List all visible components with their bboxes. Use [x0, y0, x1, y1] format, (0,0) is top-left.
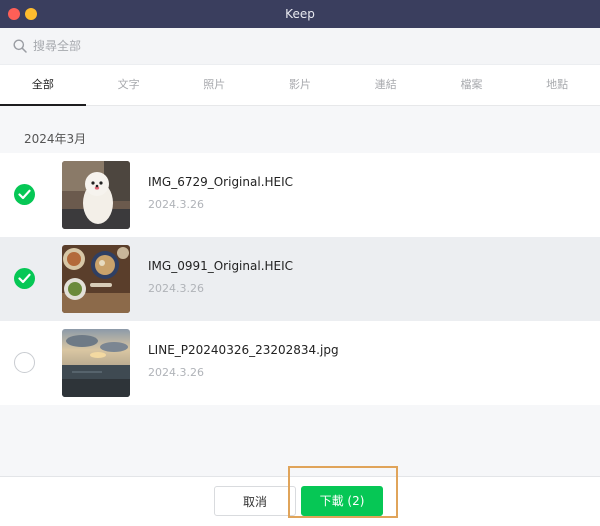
file-date: 2024.3.26: [148, 198, 204, 211]
title-bar: Keep: [0, 0, 600, 28]
download-button[interactable]: 下載 (2): [301, 486, 383, 516]
tab-photos[interactable]: 照片: [171, 65, 257, 105]
keep-window: Keep 全部 文字 照片 影片 連結 檔案 地點 2024年3月: [0, 0, 600, 526]
section-header-date: 2024年3月: [24, 132, 87, 146]
window-title: Keep: [285, 7, 315, 21]
footer-bar: 取消 下載 (2): [0, 476, 600, 526]
tab-videos[interactable]: 影片: [257, 65, 343, 105]
search-input[interactable]: [33, 36, 433, 56]
file-name: IMG_0991_Original.HEIC: [148, 259, 294, 273]
unchecked-checkbox[interactable]: [14, 352, 35, 373]
list-item[interactable]: LINE_P20240326_23202834.jpg 2024.3.26: [0, 321, 600, 405]
checkmark-icon: [18, 273, 31, 284]
tab-files[interactable]: 檔案: [429, 65, 515, 105]
cancel-button[interactable]: 取消: [214, 486, 296, 516]
tab-links[interactable]: 連結: [343, 65, 429, 105]
list-item[interactable]: IMG_6729_Original.HEIC 2024.3.26: [0, 153, 600, 237]
checked-checkbox[interactable]: [14, 268, 35, 289]
checkmark-icon: [18, 189, 31, 200]
file-name: IMG_6729_Original.HEIC: [148, 175, 294, 189]
tab-text[interactable]: 文字: [86, 65, 172, 105]
search-icon: [13, 38, 27, 53]
search-bar: [0, 28, 600, 65]
list-item[interactable]: IMG_0991_Original.HEIC 2024.3.26: [0, 237, 600, 321]
file-name: LINE_P20240326_23202834.jpg: [148, 343, 339, 357]
file-list: 2024年3月 IMG_6729_Original.HEIC 2024.3.26…: [0, 106, 600, 476]
tab-locations[interactable]: 地點: [514, 65, 600, 105]
photo-thumbnail: [62, 329, 130, 397]
photo-thumbnail: [62, 161, 130, 229]
file-date: 2024.3.26: [148, 282, 204, 295]
file-date: 2024.3.26: [148, 366, 204, 379]
checked-checkbox[interactable]: [14, 184, 35, 205]
category-tabs: 全部 文字 照片 影片 連結 檔案 地點: [0, 65, 600, 106]
tab-all[interactable]: 全部: [0, 65, 86, 106]
photo-thumbnail: [62, 245, 130, 313]
